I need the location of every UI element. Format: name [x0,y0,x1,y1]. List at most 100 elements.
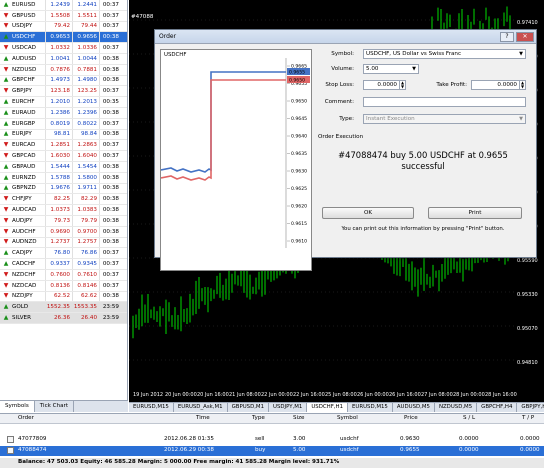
take-profit-spinner[interactable]: ▲ ▼ [519,81,525,89]
market-watch-symbol: AUDNZD [12,239,37,246]
market-watch-symbol: NZDUSD [12,66,37,73]
symbol-select[interactable]: USDCHF, US Dollar vs Swiss Franc ▼ [363,49,526,59]
market-watch-row[interactable]: ▲ EURCHF 1.2010 1.2013 00:35 [0,97,127,108]
market-watch-row[interactable]: ▼ NZDCHF 0.7600 0.7610 00:37 [0,269,127,281]
market-watch-row[interactable]: ▼ AUDCHF 0.9690 0.9700 00:38 [0,226,127,238]
market-watch-row[interactable]: ▼ NZDUSD 0.7876 0.7881 00:38 [0,64,127,76]
market-watch-bid: 1.2386 [45,107,72,118]
stop-loss-input[interactable]: 0.0000 ▲ ▼ [363,80,406,90]
order-time: 2012.06.29 00:38 [164,447,214,453]
market-watch-bid: 82.25 [45,194,72,205]
order-icon [7,447,14,454]
volume-select[interactable]: 5.00 ▼ [363,64,419,74]
chart-tab[interactable]: USDJPY,M1 [269,403,308,412]
market-watch-ask: 1.2863 [72,140,99,151]
market-watch-row[interactable]: ▲ USDCHF 0.9653 0.9656 00:38 [0,32,127,44]
order-execution-header: Order Execution [318,134,364,140]
take-profit-input[interactable]: 0.0000 ▲ ▼ [471,80,526,90]
market-watch-row[interactable]: ▼ NZDCAD 0.8136 0.8146 00:37 [0,280,127,292]
market-watch-row[interactable]: ▲ CADCHF 0.9337 0.9345 00:37 [0,259,127,270]
market-watch-ask: 0.9656 [72,32,99,43]
arrow-up-icon: ▲ [3,249,9,257]
dialog-titlebar[interactable]: Order ? ✕ [155,30,536,44]
market-watch-time: 00:38 [99,183,121,194]
market-watch-row[interactable]: ▲ EURAUD 1.2386 1.2396 00:38 [0,107,127,119]
market-watch-row[interactable]: ▼ AUDJPY 79.73 79.79 00:38 [0,215,127,227]
order-price: 0.9655 [400,447,420,453]
chart-tab[interactable]: EURUSD_Ask,M1 [174,403,228,412]
order-size: 5.00 [293,447,306,453]
market-watch-row[interactable]: ▼ AUDCAD 1.0373 1.0383 00:38 [0,205,127,216]
arrow-down-icon: ▼ [3,11,9,19]
chevron-down-icon: ▼ [412,66,416,72]
market-watch-row[interactable]: ▲ SILVER 26.36 26.40 23:59 [0,313,127,324]
col-type[interactable]: Type [252,415,265,421]
mini-price-label: 0.9620 [291,204,307,210]
close-button[interactable]: ✕ [516,31,534,42]
chart-tab[interactable]: GBPJPY,H1 [517,403,544,412]
market-watch-row[interactable]: ▼ EURCAD 1.2851 1.2863 00:37 [0,140,127,152]
tab-symbols[interactable]: Symbols [0,401,35,412]
market-watch-symbol: EURUSD [12,1,36,8]
col-symbol[interactable]: Symbol [337,415,358,421]
market-watch-row[interactable]: ▲ EURUSD 1.2439 1.2441 00:37 [0,0,127,11]
market-watch-row[interactable]: ▼ USDJPY 79.42 79.44 00:37 [0,21,127,33]
chart-tab[interactable]: GBPCHF,H4 [477,403,518,412]
market-watch-bid: 0.8136 [45,280,72,291]
market-watch-ask: 1.2396 [72,107,99,118]
tab-tick-chart[interactable]: Tick Chart [35,401,75,412]
market-watch-row[interactable]: ▲ GOLD 1552.35 1553.35 23:59 [0,302,127,314]
col-order[interactable]: Order [18,415,34,421]
market-watch-ask: 82.29 [72,194,99,205]
col-tp[interactable]: T / P [522,415,534,421]
chart-tab[interactable]: USDCHF,H1 [307,403,348,412]
market-watch-row[interactable]: ▲ GBPCHF 1.4973 1.4980 00:38 [0,75,127,87]
market-watch-row[interactable]: ▲ GBPAUD 1.5444 1.5454 00:38 [0,161,127,173]
table-row-selected[interactable]: 47088474 2012.06.29 00:38 buy 5.00 usdch… [0,446,544,456]
chart-tab[interactable]: EURUSD,M15 [129,403,174,412]
market-watch-row[interactable]: ▼ NZDJPY 62.52 62.62 00:38 [0,291,127,303]
ask-price-tag-label: 0.9650 [289,78,305,84]
col-price[interactable]: Price [404,415,418,421]
market-watch-row[interactable]: ▲ EURJPY 98.81 98.84 00:38 [0,129,127,141]
market-watch-time: 00:37 [99,10,121,21]
table-row[interactable]: 47077809 2012.06.28 01:35 sell 3.00 usdc… [0,435,544,445]
market-watch-row[interactable]: ▲ EURNZD 1.5788 1.5800 00:38 [0,172,127,184]
arrow-up-icon: ▲ [3,54,9,62]
market-watch-row[interactable]: ▲ GBPNZD 1.9676 1.9711 00:38 [0,183,127,195]
order-price: 0.9630 [400,436,420,442]
market-watch-ask: 0.7610 [72,269,99,280]
market-watch-bid: 1.2010 [45,97,72,107]
market-watch-row[interactable]: ▲ AUDUSD 1.0041 1.0044 00:38 [0,53,127,65]
market-watch-row[interactable]: ▼ GBPUSD 1.5508 1.5511 00:37 [0,10,127,22]
market-watch-row[interactable]: ▼ GBPCAD 1.6030 1.6040 00:37 [0,151,127,162]
col-time[interactable]: Time [196,415,210,421]
chart-tab[interactable]: GBPUSD,M1 [228,403,270,412]
comment-input[interactable] [363,97,526,107]
col-sl[interactable]: S / L [463,415,475,421]
time-axis-label: 26 Jun 16:00 [389,392,421,398]
stop-loss-spinner[interactable]: ▲ ▼ [399,81,405,89]
market-watch-row[interactable]: ▲ EURGBP 0.8019 0.8022 00:37 [0,118,127,130]
chart-tab[interactable]: NZDUSD,M5 [435,403,478,412]
arrow-down-icon: ▼ [3,22,9,30]
market-watch-symbol: EURJPY [12,131,32,138]
type-select[interactable]: Instant Execution ▼ [363,114,526,124]
market-watch-bid: 79.42 [45,21,72,32]
market-watch-row[interactable]: ▼ USDCAD 1.0332 1.0336 00:37 [0,43,127,54]
help-button[interactable]: ? [500,31,514,42]
print-button[interactable]: Print [428,207,522,219]
chart-tab[interactable]: EURUSD,M15 [348,403,393,412]
market-watch-symbol: AUDCAD [12,207,37,214]
market-watch-row[interactable]: ▲ CADJPY 76.80 76.86 00:37 [0,248,127,260]
market-watch-row[interactable]: ▼ GBPJPY 123.18 123.25 00:37 [0,86,127,98]
arrow-up-icon: ▲ [3,108,9,116]
ok-button[interactable]: OK [322,207,414,219]
market-watch-row[interactable]: ▼ CHFJPY 82.25 82.29 00:38 [0,194,127,206]
col-size[interactable]: Size [293,415,304,421]
market-watch-bid: 1.4973 [45,75,72,86]
market-watch-symbol: USDJPY [12,23,33,30]
market-watch-time: 00:38 [99,161,121,172]
chart-tab[interactable]: AUDUSD,M5 [393,403,435,412]
market-watch-row[interactable]: ▼ AUDNZD 1.2737 1.2757 00:38 [0,237,127,249]
